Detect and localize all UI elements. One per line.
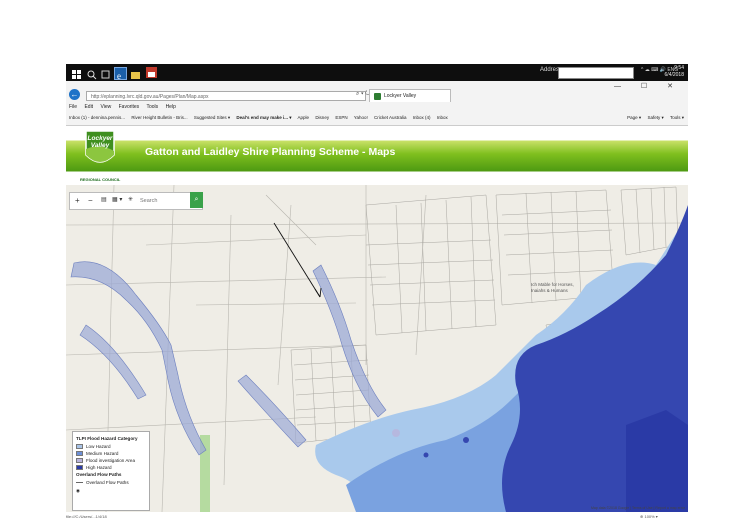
search-icon[interactable]: [86, 67, 97, 80]
menu-bar: File Edit View Favorites Tools Help: [69, 104, 182, 110]
site-header: Lockyer Valley REGIONAL COUNCIL Gatton a…: [66, 126, 688, 185]
legend-item: Medium Hazard: [76, 450, 146, 457]
browser-chrome: ← http://eplanning.lvrc.qld.gov.au/Pages…: [66, 81, 688, 126]
favorite-item[interactable]: ESPN: [335, 115, 347, 120]
legend-label: Overland Flow Paths: [86, 480, 129, 485]
windows-start-icon[interactable]: [71, 67, 82, 79]
window-controls[interactable]: — ☐ ✕: [614, 82, 682, 90]
logo-text-top: Lockyer: [88, 135, 113, 142]
legend-swatch-medium: [76, 451, 83, 456]
command-bar: Page ▾ Safety ▾ Tools ▾: [622, 115, 684, 121]
logo-subtitle: REGIONAL COUNCIL: [80, 177, 121, 182]
layers-icon[interactable]: ▤: [101, 195, 107, 206]
favorite-item[interactable]: Inbox (4): [413, 115, 431, 120]
favorite-item[interactable]: Apple: [298, 115, 310, 120]
search-button[interactable]: ⌕: [190, 192, 203, 208]
legend-label: Low Hazard: [86, 444, 111, 449]
menu-view[interactable]: View: [100, 104, 111, 110]
legend-label: High Hazard: [86, 465, 112, 470]
map-canvas[interactable]: + − ▤ ▦ ▾ ✳ ⌕ Ich Mable for Horses, Inai…: [66, 185, 688, 512]
file-explorer-icon[interactable]: [130, 67, 141, 79]
legend-collapse-icon[interactable]: ◉: [76, 488, 146, 494]
map-toolbar: + − ▤ ▦ ▾ ✳ ⌕: [69, 192, 203, 210]
flow-path-central: [312, 264, 387, 418]
task-view-icon[interactable]: [100, 67, 111, 79]
menu-file[interactable]: File: [69, 104, 77, 110]
favorite-item[interactable]: Cricket Australia: [374, 115, 407, 120]
command-tools[interactable]: Tools ▾: [670, 115, 684, 120]
mail-app-icon[interactable]: [146, 67, 157, 78]
back-arrow-icon[interactable]: ←: [69, 89, 80, 100]
favorites-bar: Inbox (1) - dennina.pennis... River Heig…: [69, 115, 453, 121]
legend-overland-title: Overland Flow Paths: [76, 472, 122, 477]
clock[interactable]: 9:54 6/4/2018: [665, 65, 684, 79]
clock-date: 6/4/2018: [664, 72, 684, 78]
menu-favorites[interactable]: Favorites: [119, 104, 140, 110]
command-page[interactable]: Page ▾: [627, 115, 641, 120]
taskbar-address-input[interactable]: [558, 67, 634, 79]
legend-item: High Hazard: [76, 464, 146, 471]
favorite-item[interactable]: Deal's end may make i... ▾: [236, 115, 291, 120]
legend-item: Low Hazard: [76, 443, 146, 450]
clock-time: 9:54: [674, 65, 684, 71]
menu-tools[interactable]: Tools: [146, 104, 158, 110]
favorite-item[interactable]: Yahoo!: [354, 115, 368, 120]
taskbar: e Address ^ ☁ ⌨ 🔊 ENG 9:54 6/4/2018: [66, 64, 688, 81]
tab-title: Lockyer Valley: [384, 93, 417, 99]
favorite-item[interactable]: River Height Bulletin - Bris...: [131, 115, 187, 120]
search-input[interactable]: [136, 195, 194, 206]
favorite-item[interactable]: Suggested Sites ▾: [194, 115, 230, 120]
flow-path-south: [237, 374, 307, 448]
settings-icon[interactable]: ✳: [128, 195, 133, 206]
favorite-item[interactable]: Inbox: [437, 115, 448, 120]
favorite-item[interactable]: Inbox (1) - dennina.pennis...: [69, 115, 125, 120]
flow-path-west-branch: [79, 324, 147, 400]
site-favicon-icon: [374, 93, 381, 100]
logo-text-bottom: Valley: [91, 142, 110, 149]
page-title: Gatton and Laidley Shire Planning Scheme…: [145, 146, 396, 158]
map-attribution[interactable]: Map data ©2018 Google | Terms of Use | R…: [591, 506, 685, 510]
council-logo-icon[interactable]: Lockyer Valley: [82, 129, 118, 169]
legend-label: Flood investigation Area: [86, 458, 136, 463]
legend-title: TLPI Flood Hazard Category: [76, 436, 138, 441]
internet-explorer-icon[interactable]: e: [114, 67, 127, 81]
legend-item: Overland Flow Paths: [76, 479, 146, 486]
menu-edit[interactable]: Edit: [84, 104, 93, 110]
annotation-arrow: [273, 222, 321, 298]
map-place-label: Ich Mable for Horses, Inaiahs & Humans: [531, 282, 574, 293]
basemap-dropdown[interactable]: ▦ ▾: [112, 195, 122, 206]
legend-label: Medium Hazard: [86, 451, 119, 456]
command-safety[interactable]: Safety ▾: [647, 115, 663, 120]
svg-text:e: e: [117, 71, 121, 81]
map-legend: TLPI Flood Hazard Category Low Hazard Me…: [72, 431, 150, 511]
url-bar[interactable]: http://eplanning.lvrc.qld.gov.au/Pages/P…: [86, 91, 366, 101]
zoom-out-button[interactable]: −: [88, 195, 93, 206]
map-layer[interactable]: [66, 185, 688, 512]
legend-swatch-low: [76, 444, 83, 449]
zoom-level[interactable]: ⊕ 100% ▾: [640, 514, 658, 519]
tab-lockyer-valley[interactable]: Lockyer Valley: [369, 89, 451, 102]
print-footer-left: file:///C:/Users/...1/4/18: [66, 514, 107, 519]
zoom-in-button[interactable]: +: [75, 195, 80, 206]
legend-swatch-high: [76, 465, 83, 470]
favorite-item[interactable]: Disney: [315, 115, 329, 120]
legend-item: Flood investigation Area: [76, 457, 146, 464]
legend-swatch-investigation: [76, 458, 83, 463]
menu-help[interactable]: Help: [166, 104, 176, 110]
legend-line-swatch: [76, 482, 83, 483]
